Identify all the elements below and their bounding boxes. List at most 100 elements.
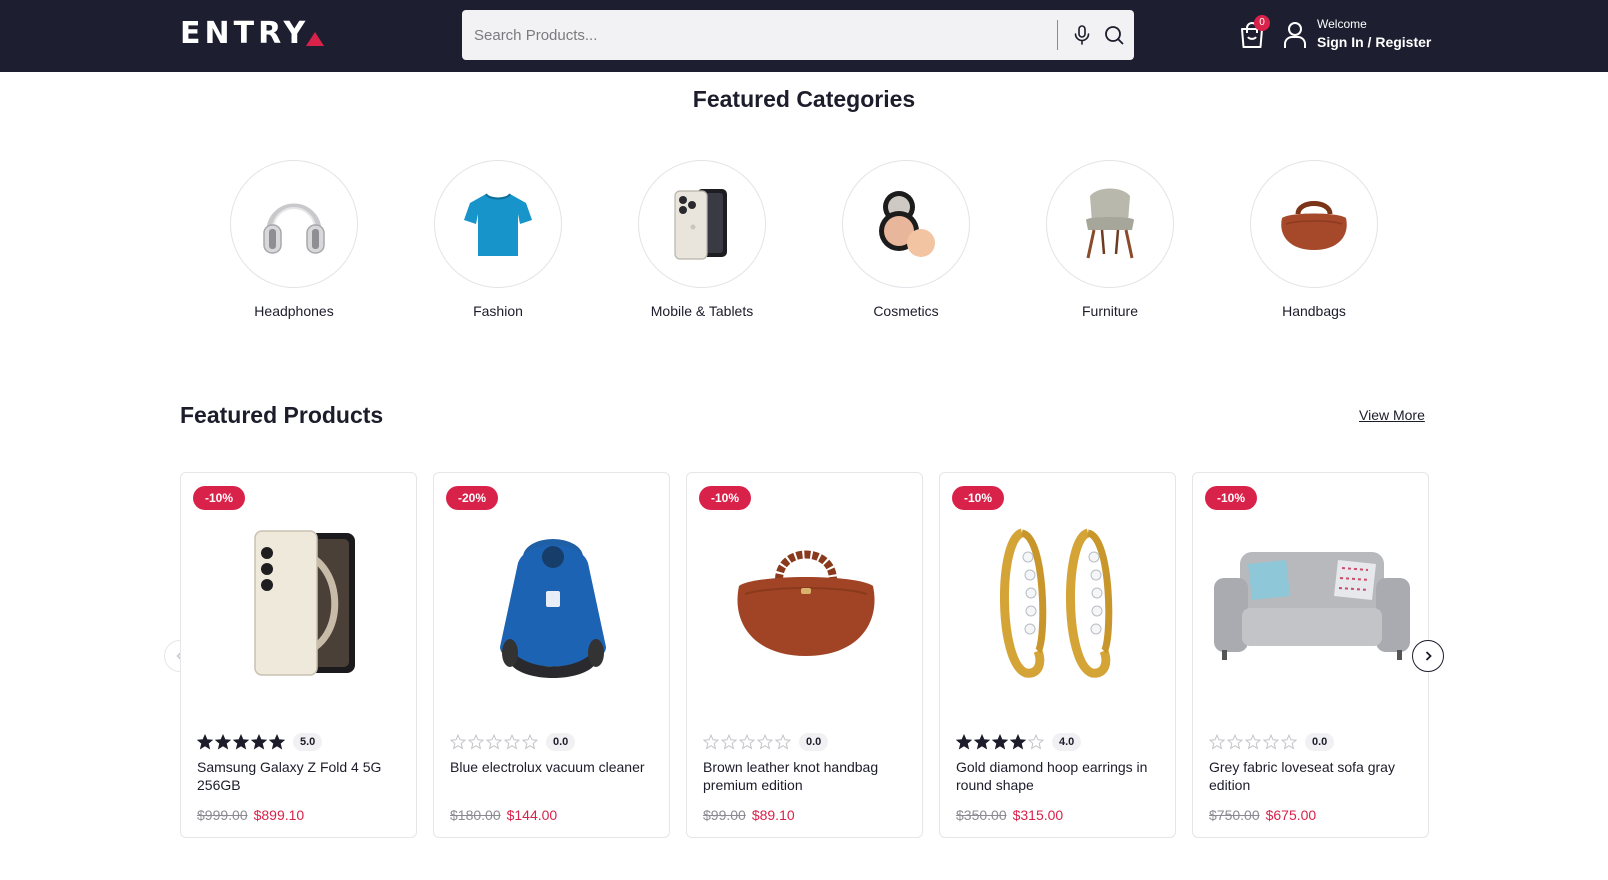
discount-badge: -20% [446, 486, 499, 510]
star-filled-icon [269, 734, 285, 750]
star-empty-icon [1281, 734, 1297, 750]
category-mobile-tablets[interactable]: Mobile & Tablets [637, 160, 767, 319]
logo[interactable]: ENTRY [180, 16, 325, 51]
old-price: $750.00 [1209, 807, 1260, 823]
product-rating: 0.0 [703, 733, 829, 751]
discount-badge: -10% [699, 486, 752, 510]
star-filled-icon [956, 734, 972, 750]
product-rating: 4.0 [956, 733, 1082, 751]
view-more-link[interactable]: View More [1359, 407, 1425, 423]
rating-value: 0.0 [546, 733, 576, 751]
category-furniture[interactable]: Furniture [1045, 160, 1175, 319]
microphone-icon[interactable] [1070, 23, 1094, 47]
old-price: $350.00 [956, 807, 1007, 823]
category-label: Cosmetics [873, 303, 939, 319]
star-empty-icon [522, 734, 538, 750]
star-empty-icon [450, 734, 466, 750]
star-filled-icon [197, 734, 213, 750]
carousel-next-button[interactable] [1412, 640, 1444, 672]
star-rating [703, 734, 793, 750]
logo-accent-triangle [306, 32, 325, 46]
search-icon[interactable] [1102, 23, 1126, 47]
product-price: $750.00 $675.00 [1209, 807, 1316, 823]
product-price: $350.00 $315.00 [956, 807, 1063, 823]
user-icon[interactable] [1282, 20, 1308, 50]
handbag-icon [1281, 201, 1347, 250]
star-empty-icon [775, 734, 791, 750]
compact-powder-icon [879, 191, 935, 257]
category-image [1046, 160, 1174, 288]
star-empty-icon [468, 734, 484, 750]
product-card[interactable]: -10% 5.0 Samsung Galaxy Z Fold 4 5G 256G… [180, 472, 417, 838]
discount-badge: -10% [193, 486, 246, 510]
discount-badge: -10% [1205, 486, 1258, 510]
category-label: Mobile & Tablets [650, 303, 754, 319]
auth-links: Sign In / Register [1317, 34, 1431, 50]
register-link[interactable]: Register [1375, 34, 1431, 50]
logo-text: ENTRY [180, 16, 310, 51]
featured-categories-title: Featured Categories [692, 86, 916, 112]
product-name[interactable]: Brown leather knot handbag premium editi… [703, 758, 913, 794]
search-input[interactable] [462, 10, 1052, 60]
star-empty-icon [486, 734, 502, 750]
star-empty-icon [1209, 734, 1225, 750]
product-rating: 0.0 [450, 733, 576, 751]
product-name[interactable]: Blue electrolux vacuum cleaner [450, 758, 660, 776]
star-rating [450, 734, 540, 750]
star-empty-icon [721, 734, 737, 750]
top-header: ENTRY 0 W [0, 0, 1608, 72]
chevron-right-icon [1425, 651, 1432, 661]
rating-value: 4.0 [1052, 733, 1082, 751]
rating-value: 0.0 [799, 733, 829, 751]
product-card[interactable]: -10% 0.0 Brown leather knot handbag prem… [686, 472, 923, 838]
old-price: $999.00 [197, 807, 248, 823]
star-filled-icon [215, 734, 231, 750]
category-handbags[interactable]: Handbags [1249, 160, 1379, 319]
product-card[interactable]: -10% 4.0 Gold diamond hoop earrings in r… [939, 472, 1176, 838]
category-cosmetics[interactable]: Cosmetics [841, 160, 971, 319]
featured-products-title: Featured Products [180, 402, 384, 428]
old-price: $99.00 [703, 807, 746, 823]
smartphone-icon [674, 189, 727, 260]
category-label: Handbags [1282, 303, 1346, 319]
vacuum-cleaner-image [434, 513, 671, 693]
sign-in-link[interactable]: Sign In [1317, 34, 1364, 50]
rating-value: 5.0 [293, 733, 323, 751]
star-rating [197, 734, 287, 750]
star-filled-icon [251, 734, 267, 750]
star-filled-icon [1010, 734, 1026, 750]
category-headphones[interactable]: Headphones [229, 160, 359, 319]
category-image [842, 160, 970, 288]
product-card[interactable]: -20% 0.0 Blue electrolux vacuum cleaner … [433, 472, 670, 838]
earrings-image [940, 513, 1177, 693]
star-rating [1209, 734, 1299, 750]
sale-price: $675.00 [1265, 807, 1317, 823]
category-image [230, 160, 358, 288]
category-image [1250, 160, 1378, 288]
star-empty-icon [739, 734, 755, 750]
cart-count-badge: 0 [1254, 15, 1270, 31]
star-empty-icon [757, 734, 773, 750]
star-filled-icon [233, 734, 249, 750]
sofa-image [1193, 513, 1430, 693]
product-rating: 0.0 [1209, 733, 1335, 751]
category-fashion[interactable]: Fashion [433, 160, 563, 319]
sale-price: $89.10 [751, 807, 795, 823]
category-label: Headphones [254, 303, 334, 319]
product-price: $999.00 $899.10 [197, 807, 304, 823]
search-bar [462, 10, 1134, 60]
product-name[interactable]: Samsung Galaxy Z Fold 4 5G 256GB [197, 758, 407, 794]
product-name[interactable]: Gold diamond hoop earrings in round shap… [956, 758, 1166, 794]
category-label: Fashion [473, 303, 523, 319]
star-filled-icon [992, 734, 1008, 750]
star-empty-icon [1263, 734, 1279, 750]
search-divider [1057, 20, 1058, 50]
handbag-image [687, 513, 924, 693]
product-rating: 5.0 [197, 733, 323, 751]
star-empty-icon [504, 734, 520, 750]
sale-price: $144.00 [506, 807, 558, 823]
product-price: $99.00 $89.10 [703, 807, 795, 823]
welcome-text: Welcome [1317, 17, 1367, 31]
product-name[interactable]: Grey fabric loveseat sofa gray edition [1209, 758, 1419, 794]
product-card[interactable]: -10% 0.0 Grey fabric loveseat sofa gray … [1192, 472, 1429, 838]
